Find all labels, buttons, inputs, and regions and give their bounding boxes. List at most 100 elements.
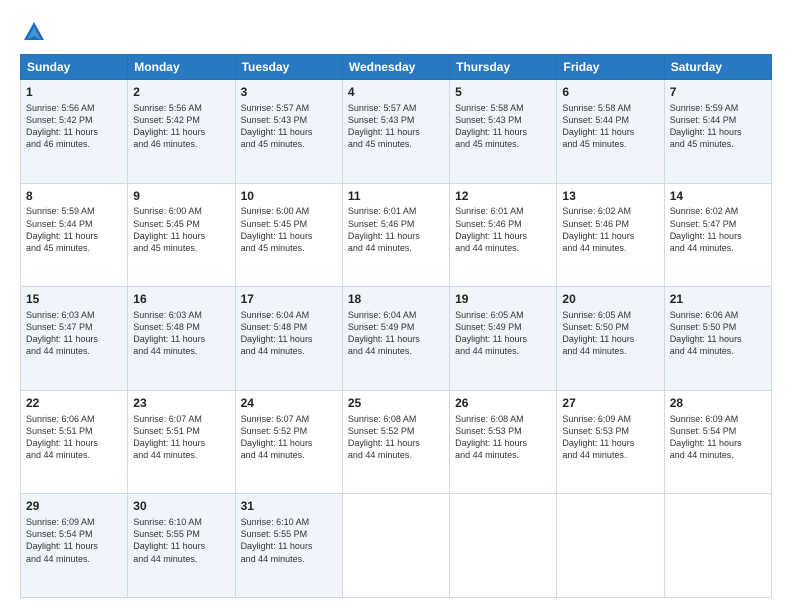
day-number: 6 bbox=[562, 84, 658, 101]
day-info: Sunrise: 5:59 AM Sunset: 5:44 PM Dayligh… bbox=[26, 205, 122, 254]
day-number: 1 bbox=[26, 84, 122, 101]
day-number: 27 bbox=[562, 395, 658, 412]
day-number: 7 bbox=[670, 84, 766, 101]
calendar-cell: 29Sunrise: 6:09 AM Sunset: 5:54 PM Dayli… bbox=[21, 494, 128, 598]
day-info: Sunrise: 6:04 AM Sunset: 5:48 PM Dayligh… bbox=[241, 309, 337, 358]
day-info: Sunrise: 6:01 AM Sunset: 5:46 PM Dayligh… bbox=[455, 205, 551, 254]
calendar-cell: 20Sunrise: 6:05 AM Sunset: 5:50 PM Dayli… bbox=[557, 287, 664, 391]
calendar-cell bbox=[664, 494, 771, 598]
day-number: 5 bbox=[455, 84, 551, 101]
calendar-cell: 24Sunrise: 6:07 AM Sunset: 5:52 PM Dayli… bbox=[235, 390, 342, 494]
day-number: 18 bbox=[348, 291, 444, 308]
day-info: Sunrise: 6:07 AM Sunset: 5:51 PM Dayligh… bbox=[133, 413, 229, 462]
day-info: Sunrise: 6:06 AM Sunset: 5:50 PM Dayligh… bbox=[670, 309, 766, 358]
day-number: 28 bbox=[670, 395, 766, 412]
calendar-cell: 12Sunrise: 6:01 AM Sunset: 5:46 PM Dayli… bbox=[450, 183, 557, 287]
calendar-cell: 2Sunrise: 5:56 AM Sunset: 5:42 PM Daylig… bbox=[128, 80, 235, 184]
calendar-cell: 28Sunrise: 6:09 AM Sunset: 5:54 PM Dayli… bbox=[664, 390, 771, 494]
header bbox=[20, 18, 772, 46]
day-header-tuesday: Tuesday bbox=[235, 55, 342, 80]
day-header-wednesday: Wednesday bbox=[342, 55, 449, 80]
day-number: 15 bbox=[26, 291, 122, 308]
day-info: Sunrise: 6:05 AM Sunset: 5:49 PM Dayligh… bbox=[455, 309, 551, 358]
calendar-cell: 4Sunrise: 5:57 AM Sunset: 5:43 PM Daylig… bbox=[342, 80, 449, 184]
day-info: Sunrise: 6:08 AM Sunset: 5:53 PM Dayligh… bbox=[455, 413, 551, 462]
calendar-cell: 26Sunrise: 6:08 AM Sunset: 5:53 PM Dayli… bbox=[450, 390, 557, 494]
calendar-cell: 27Sunrise: 6:09 AM Sunset: 5:53 PM Dayli… bbox=[557, 390, 664, 494]
day-info: Sunrise: 6:04 AM Sunset: 5:49 PM Dayligh… bbox=[348, 309, 444, 358]
calendar-cell: 10Sunrise: 6:00 AM Sunset: 5:45 PM Dayli… bbox=[235, 183, 342, 287]
day-number: 24 bbox=[241, 395, 337, 412]
day-info: Sunrise: 6:06 AM Sunset: 5:51 PM Dayligh… bbox=[26, 413, 122, 462]
calendar-cell bbox=[557, 494, 664, 598]
day-number: 8 bbox=[26, 188, 122, 205]
logo bbox=[20, 18, 52, 46]
calendar-cell: 11Sunrise: 6:01 AM Sunset: 5:46 PM Dayli… bbox=[342, 183, 449, 287]
day-info: Sunrise: 6:09 AM Sunset: 5:54 PM Dayligh… bbox=[670, 413, 766, 462]
day-number: 17 bbox=[241, 291, 337, 308]
day-header-sunday: Sunday bbox=[21, 55, 128, 80]
day-info: Sunrise: 5:56 AM Sunset: 5:42 PM Dayligh… bbox=[133, 102, 229, 151]
calendar-cell: 9Sunrise: 6:00 AM Sunset: 5:45 PM Daylig… bbox=[128, 183, 235, 287]
day-info: Sunrise: 6:10 AM Sunset: 5:55 PM Dayligh… bbox=[133, 516, 229, 565]
calendar-cell: 8Sunrise: 5:59 AM Sunset: 5:44 PM Daylig… bbox=[21, 183, 128, 287]
calendar-week-2: 8Sunrise: 5:59 AM Sunset: 5:44 PM Daylig… bbox=[21, 183, 772, 287]
calendar-cell: 5Sunrise: 5:58 AM Sunset: 5:43 PM Daylig… bbox=[450, 80, 557, 184]
calendar-cell bbox=[450, 494, 557, 598]
day-info: Sunrise: 6:03 AM Sunset: 5:48 PM Dayligh… bbox=[133, 309, 229, 358]
calendar-cell: 3Sunrise: 5:57 AM Sunset: 5:43 PM Daylig… bbox=[235, 80, 342, 184]
day-info: Sunrise: 6:00 AM Sunset: 5:45 PM Dayligh… bbox=[133, 205, 229, 254]
day-number: 11 bbox=[348, 188, 444, 205]
calendar-cell bbox=[342, 494, 449, 598]
day-number: 29 bbox=[26, 498, 122, 515]
day-info: Sunrise: 6:08 AM Sunset: 5:52 PM Dayligh… bbox=[348, 413, 444, 462]
day-number: 10 bbox=[241, 188, 337, 205]
day-number: 13 bbox=[562, 188, 658, 205]
day-info: Sunrise: 6:02 AM Sunset: 5:46 PM Dayligh… bbox=[562, 205, 658, 254]
calendar-week-3: 15Sunrise: 6:03 AM Sunset: 5:47 PM Dayli… bbox=[21, 287, 772, 391]
calendar-cell: 23Sunrise: 6:07 AM Sunset: 5:51 PM Dayli… bbox=[128, 390, 235, 494]
calendar-cell: 25Sunrise: 6:08 AM Sunset: 5:52 PM Dayli… bbox=[342, 390, 449, 494]
day-number: 31 bbox=[241, 498, 337, 515]
calendar-cell: 14Sunrise: 6:02 AM Sunset: 5:47 PM Dayli… bbox=[664, 183, 771, 287]
day-number: 21 bbox=[670, 291, 766, 308]
calendar-cell: 15Sunrise: 6:03 AM Sunset: 5:47 PM Dayli… bbox=[21, 287, 128, 391]
day-number: 14 bbox=[670, 188, 766, 205]
day-number: 23 bbox=[133, 395, 229, 412]
calendar-cell: 18Sunrise: 6:04 AM Sunset: 5:49 PM Dayli… bbox=[342, 287, 449, 391]
day-info: Sunrise: 6:07 AM Sunset: 5:52 PM Dayligh… bbox=[241, 413, 337, 462]
calendar-week-4: 22Sunrise: 6:06 AM Sunset: 5:51 PM Dayli… bbox=[21, 390, 772, 494]
day-number: 4 bbox=[348, 84, 444, 101]
day-number: 16 bbox=[133, 291, 229, 308]
day-number: 25 bbox=[348, 395, 444, 412]
day-info: Sunrise: 6:05 AM Sunset: 5:50 PM Dayligh… bbox=[562, 309, 658, 358]
day-info: Sunrise: 6:03 AM Sunset: 5:47 PM Dayligh… bbox=[26, 309, 122, 358]
logo-icon bbox=[20, 18, 48, 46]
day-info: Sunrise: 6:02 AM Sunset: 5:47 PM Dayligh… bbox=[670, 205, 766, 254]
day-header-friday: Friday bbox=[557, 55, 664, 80]
day-info: Sunrise: 5:57 AM Sunset: 5:43 PM Dayligh… bbox=[241, 102, 337, 151]
day-number: 3 bbox=[241, 84, 337, 101]
day-header-thursday: Thursday bbox=[450, 55, 557, 80]
day-number: 9 bbox=[133, 188, 229, 205]
calendar-week-5: 29Sunrise: 6:09 AM Sunset: 5:54 PM Dayli… bbox=[21, 494, 772, 598]
day-number: 2 bbox=[133, 84, 229, 101]
calendar-cell: 7Sunrise: 5:59 AM Sunset: 5:44 PM Daylig… bbox=[664, 80, 771, 184]
calendar-cell: 17Sunrise: 6:04 AM Sunset: 5:48 PM Dayli… bbox=[235, 287, 342, 391]
day-info: Sunrise: 6:00 AM Sunset: 5:45 PM Dayligh… bbox=[241, 205, 337, 254]
day-info: Sunrise: 6:09 AM Sunset: 5:53 PM Dayligh… bbox=[562, 413, 658, 462]
day-info: Sunrise: 5:58 AM Sunset: 5:44 PM Dayligh… bbox=[562, 102, 658, 151]
day-header-monday: Monday bbox=[128, 55, 235, 80]
calendar-cell: 1Sunrise: 5:56 AM Sunset: 5:42 PM Daylig… bbox=[21, 80, 128, 184]
calendar-cell: 31Sunrise: 6:10 AM Sunset: 5:55 PM Dayli… bbox=[235, 494, 342, 598]
day-number: 26 bbox=[455, 395, 551, 412]
calendar-week-1: 1 Sunrise: 5:56 AM Sunset: 5:42 PM Daylig… bbox=[21, 80, 772, 184]
day-number: 22 bbox=[26, 395, 122, 412]
calendar-page: SundayMondayTuesdayWednesdayThursdayFrid… bbox=[0, 0, 792, 612]
calendar-cell: 21Sunrise: 6:06 AM Sunset: 5:50 PM Dayli… bbox=[664, 287, 771, 391]
calendar-cell: 6Sunrise: 5:58 AM Sunset: 5:44 PM Daylig… bbox=[557, 80, 664, 184]
calendar-cell: 13Sunrise: 6:02 AM Sunset: 5:46 PM Dayli… bbox=[557, 183, 664, 287]
day-info: Sunrise: 5:59 AM Sunset: 5:44 PM Dayligh… bbox=[670, 102, 766, 151]
calendar-cell: 22Sunrise: 6:06 AM Sunset: 5:51 PM Dayli… bbox=[21, 390, 128, 494]
day-info: Sunrise: 6:09 AM Sunset: 5:54 PM Dayligh… bbox=[26, 516, 122, 565]
